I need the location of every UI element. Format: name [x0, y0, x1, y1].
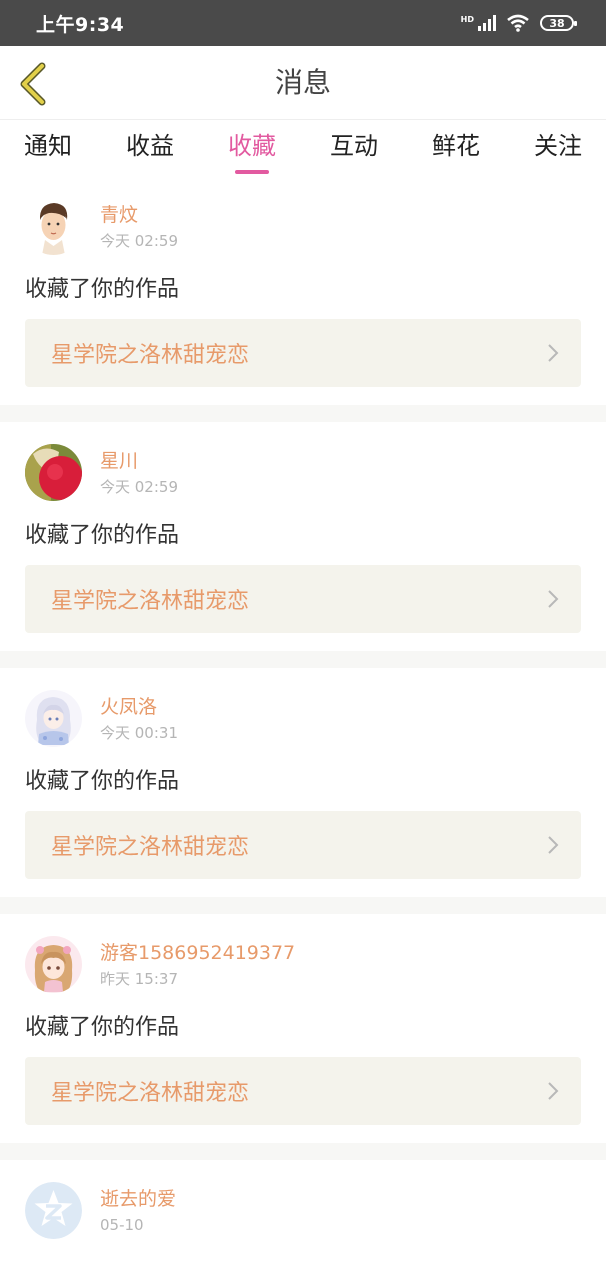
user-name[interactable]: 火凤洛: [100, 695, 178, 719]
hd-indicator: HD: [460, 15, 474, 24]
message-time: 今天 00:31: [100, 723, 178, 742]
work-title: 星学院之洛林甜宠恋: [51, 835, 250, 860]
battery-level: 38: [549, 16, 565, 30]
avatar[interactable]: [25, 198, 82, 255]
tab-favorites[interactable]: 收藏: [228, 120, 276, 176]
message-time: 今天 02:59: [100, 477, 178, 496]
tab-follow[interactable]: 关注: [534, 120, 582, 176]
work-title: 星学院之洛林甜宠恋: [51, 589, 250, 614]
avatar[interactable]: [25, 444, 82, 501]
user-name[interactable]: 星川: [100, 449, 178, 473]
user-name[interactable]: 逝去的爱: [100, 1187, 176, 1211]
user-name[interactable]: 游客1586952419377: [100, 941, 295, 965]
tab-notice[interactable]: 通知: [24, 120, 72, 176]
tab-bar: 通知 收益 收藏 互动 鲜花 关注: [0, 120, 606, 176]
message-time: 今天 02:59: [100, 231, 178, 250]
divider: [0, 1143, 606, 1160]
status-bar: 上午9:34 HD 38: [0, 0, 606, 46]
message-time: 05-10: [100, 1215, 144, 1234]
nav-bar: 消息: [0, 46, 606, 120]
signal-icon: [478, 15, 496, 31]
divider: [0, 897, 606, 914]
divider: [0, 651, 606, 668]
work-link[interactable]: 星学院之洛林甜宠恋: [25, 565, 581, 633]
message-card: 星川 今天 02:59 收藏了你的作品 星学院之洛林甜宠恋: [0, 422, 606, 651]
tab-flowers[interactable]: 鲜花: [432, 120, 480, 176]
message-card: 逝去的爱 05-10: [0, 1160, 606, 1257]
work-title: 星学院之洛林甜宠恋: [51, 1081, 250, 1106]
divider: [0, 405, 606, 422]
work-title: 星学院之洛林甜宠恋: [51, 343, 250, 368]
work-link[interactable]: 星学院之洛林甜宠恋: [25, 1057, 581, 1125]
user-name[interactable]: 青炆: [100, 203, 178, 227]
status-icons: HD 38: [460, 14, 577, 32]
work-link[interactable]: 星学院之洛林甜宠恋: [25, 811, 581, 879]
message-user: 游客1586952419377 昨天 15:37: [25, 936, 581, 993]
page-title: 消息: [274, 66, 331, 99]
message-action-text: 收藏了你的作品: [25, 523, 180, 548]
avatar[interactable]: [25, 936, 82, 993]
message-user: 星川 今天 02:59: [25, 444, 581, 501]
work-link[interactable]: 星学院之洛林甜宠恋: [25, 319, 581, 387]
message-user: 火凤洛 今天 00:31: [25, 690, 581, 747]
message-action-text: 收藏了你的作品: [25, 1015, 180, 1040]
message-list: 青炆 今天 02:59 收藏了你的作品 星学院之洛林甜宠恋 星川 今天 02:5…: [0, 176, 606, 1257]
message-card: 火凤洛 今天 00:31 收藏了你的作品 星学院之洛林甜宠恋: [0, 668, 606, 897]
default-avatar-icon[interactable]: [25, 1182, 82, 1239]
message-action-text: 收藏了你的作品: [25, 277, 180, 302]
message-time: 昨天 15:37: [100, 969, 178, 988]
wifi-icon: [507, 14, 529, 32]
chevron-right-icon: [548, 344, 559, 362]
status-time: 上午9:34: [36, 13, 125, 36]
avatar[interactable]: [25, 690, 82, 747]
chevron-right-icon: [548, 590, 559, 608]
message-card: 青炆 今天 02:59 收藏了你的作品 星学院之洛林甜宠恋: [0, 176, 606, 405]
message-card: 游客1586952419377 昨天 15:37 收藏了你的作品 星学院之洛林甜…: [0, 914, 606, 1143]
chevron-right-icon: [548, 1082, 559, 1100]
message-user: 逝去的爱 05-10: [25, 1182, 581, 1239]
tab-earnings[interactable]: 收益: [126, 120, 174, 176]
battery-icon: 38: [540, 15, 577, 31]
message-action-text: 收藏了你的作品: [25, 769, 180, 794]
chevron-right-icon: [548, 836, 559, 854]
message-user: 青炆 今天 02:59: [25, 198, 581, 255]
tab-interaction[interactable]: 互动: [330, 120, 378, 176]
